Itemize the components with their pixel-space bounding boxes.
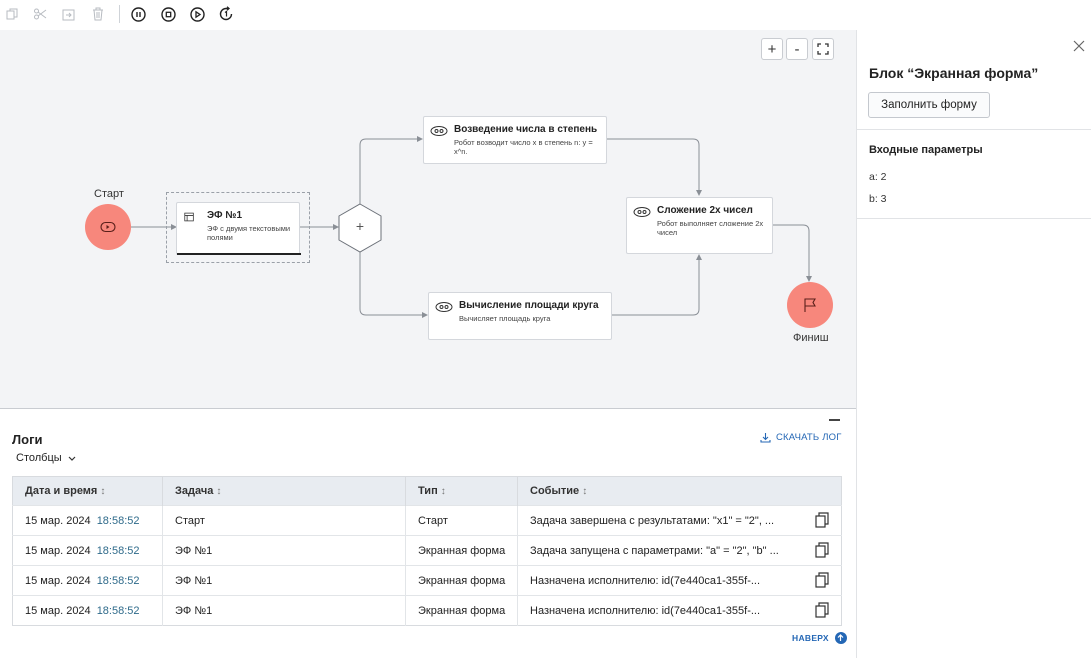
task-title: Вычисление площади круга (459, 300, 599, 311)
event-text: Назначена исполнителю: id(7e440ca1-355f-… (530, 574, 761, 587)
task-title: Сложение 2х чисел (657, 205, 753, 216)
play-icon (100, 221, 116, 233)
task-power[interactable]: Возведение числа в степень Робот возводи… (423, 116, 607, 164)
robot-icon (633, 207, 651, 217)
cell-task: Старт (162, 505, 406, 536)
delete-icon[interactable] (88, 4, 108, 24)
download-log-link[interactable]: СКАЧАТЬ ЛОГ (760, 432, 842, 443)
task-form-1[interactable]: ЭФ №1 ЭФ с двумя текстовыми полями (176, 202, 301, 255)
header-label: Задача (175, 485, 214, 497)
fill-form-button[interactable]: Заполнить форму (868, 92, 990, 118)
task-title: Возведение числа в степень (454, 124, 598, 135)
cell-type: Экранная форма (405, 535, 518, 566)
start-node[interactable] (85, 204, 131, 250)
logs-table: Дата и время ↕ Задача ↕ Тип ↕ Событие ↕ … (12, 476, 842, 626)
copy-icon[interactable] (2, 4, 22, 24)
task-description: Вычисляет площадь круга (459, 314, 551, 323)
back-to-top-link[interactable]: НАВЕРХ (792, 632, 847, 644)
col-task[interactable]: Задача ↕ (162, 476, 406, 506)
logs-section: Логи СКАЧАТЬ ЛОГ Столбцы Дата и время ↕ … (0, 408, 856, 658)
panel-title: Блок “Экранная форма” (869, 65, 1039, 81)
task-description: Робот возводит число x в степень n: y = … (454, 138, 593, 156)
chevron-down-icon (68, 456, 76, 461)
table-row[interactable]: 15 мар. 2024 18:58:52 ЭФ №1 Экранная форм… (12, 565, 842, 596)
minimize-icon[interactable] (829, 419, 840, 421)
col-event[interactable]: Событие ↕ (517, 476, 842, 506)
cell-datetime: 15 мар. 2024 18:58:52 (12, 565, 163, 596)
copy-icon[interactable] (815, 602, 829, 618)
arrow-up-icon (834, 632, 847, 644)
table-header-row: Дата и время ↕ Задача ↕ Тип ↕ Событие ↕ (12, 476, 842, 506)
download-icon (760, 433, 771, 443)
process-canvas[interactable]: + - + Старт ЭФ №1 ЭФ с двумя текстовыми … (0, 30, 856, 408)
header-label: Тип (418, 485, 438, 497)
task-title: ЭФ №1 (207, 210, 243, 221)
cell-datetime: 15 мар. 2024 18:58:52 (12, 595, 163, 626)
cell-event: Задача завершена с результатами: "x1" = … (517, 505, 842, 536)
form-icon (184, 212, 194, 222)
copy-icon[interactable] (815, 542, 829, 558)
sort-icon[interactable]: ↕ (582, 486, 587, 497)
cell-event: Назначена исполнителю: id(7e440ca1-355f-… (517, 595, 842, 626)
gateway-plus-icon: + (355, 218, 365, 234)
robot-icon (435, 302, 453, 312)
event-text: Назначена исполнителю: id(7e440ca1-355f-… (530, 604, 761, 617)
sort-icon[interactable]: ↕ (441, 486, 446, 497)
paste-icon[interactable] (58, 4, 78, 24)
event-text: Задача завершена с результатами: "x1" = … (530, 514, 775, 527)
inputs-title: Входные параметры (869, 144, 983, 156)
copy-icon[interactable] (815, 512, 829, 528)
toolbar-divider (119, 5, 120, 23)
table-row[interactable]: 15 мар. 2024 18:58:52 Старт Старт Задача … (12, 505, 842, 536)
properties-panel: Блок “Экранная форма” Заполнить форму Вх… (856, 30, 1091, 658)
logs-title: Логи (12, 432, 43, 447)
copy-icon[interactable] (815, 572, 829, 588)
flag-icon (804, 297, 816, 312)
cut-icon[interactable] (30, 4, 50, 24)
table-row[interactable]: 15 мар. 2024 18:58:52 ЭФ №1 Экранная форм… (12, 535, 842, 566)
cell-type: Экранная форма (405, 565, 518, 596)
download-label: СКАЧАТЬ ЛОГ (776, 432, 842, 443)
task-description: ЭФ с двумя текстовыми полями (207, 224, 291, 242)
cell-task: ЭФ №1 (162, 565, 406, 596)
param-a: a: 2 (869, 171, 887, 183)
close-icon[interactable] (1073, 40, 1087, 54)
col-type[interactable]: Тип ↕ (405, 476, 518, 506)
finish-label: Финиш (793, 332, 829, 344)
cell-task: ЭФ №1 (162, 595, 406, 626)
task-underline (177, 253, 301, 255)
table-row[interactable]: 15 мар. 2024 18:58:52 ЭФ №1 Экранная форм… (12, 595, 842, 626)
finish-node[interactable] (787, 282, 833, 328)
start-label: Старт (94, 188, 124, 200)
cell-event: Задача запущена с параметрами: "a" = "2"… (517, 535, 842, 566)
restart-icon[interactable] (216, 4, 236, 24)
back-to-top-label: НАВЕРХ (792, 633, 829, 643)
header-label: Событие (530, 485, 580, 497)
panel-divider (857, 129, 1091, 130)
robot-icon (430, 126, 448, 136)
col-datetime[interactable]: Дата и время ↕ (12, 476, 163, 506)
panel-divider (857, 218, 1091, 219)
columns-dropdown[interactable]: Столбцы (16, 452, 76, 464)
event-text: Задача запущена с параметрами: "a" = "2"… (530, 544, 779, 557)
cell-event: Назначена исполнителю: id(7e440ca1-355f-… (517, 565, 842, 596)
header-label: Дата и время (25, 485, 98, 497)
task-circle-area[interactable]: Вычисление площади круга Вычисляет площа… (428, 292, 612, 340)
cell-task: ЭФ №1 (162, 535, 406, 566)
stop-icon[interactable] (158, 4, 178, 24)
cell-datetime: 15 мар. 2024 18:58:52 (12, 505, 163, 536)
cell-type: Старт (405, 505, 518, 536)
sort-icon[interactable]: ↕ (100, 486, 105, 497)
run-icon[interactable] (187, 4, 207, 24)
param-b: b: 3 (869, 193, 887, 205)
task-description: Робот выполняет сложение 2х чисел (657, 219, 764, 237)
task-sum[interactable]: Сложение 2х чисел Робот выполняет сложен… (626, 197, 773, 254)
columns-label: Столбцы (16, 452, 62, 464)
sort-icon[interactable]: ↕ (216, 486, 221, 497)
cell-type: Экранная форма (405, 595, 518, 626)
pause-icon[interactable] (128, 4, 148, 24)
cell-datetime: 15 мар. 2024 18:58:52 (12, 535, 163, 566)
toolbar (0, 0, 1091, 30)
